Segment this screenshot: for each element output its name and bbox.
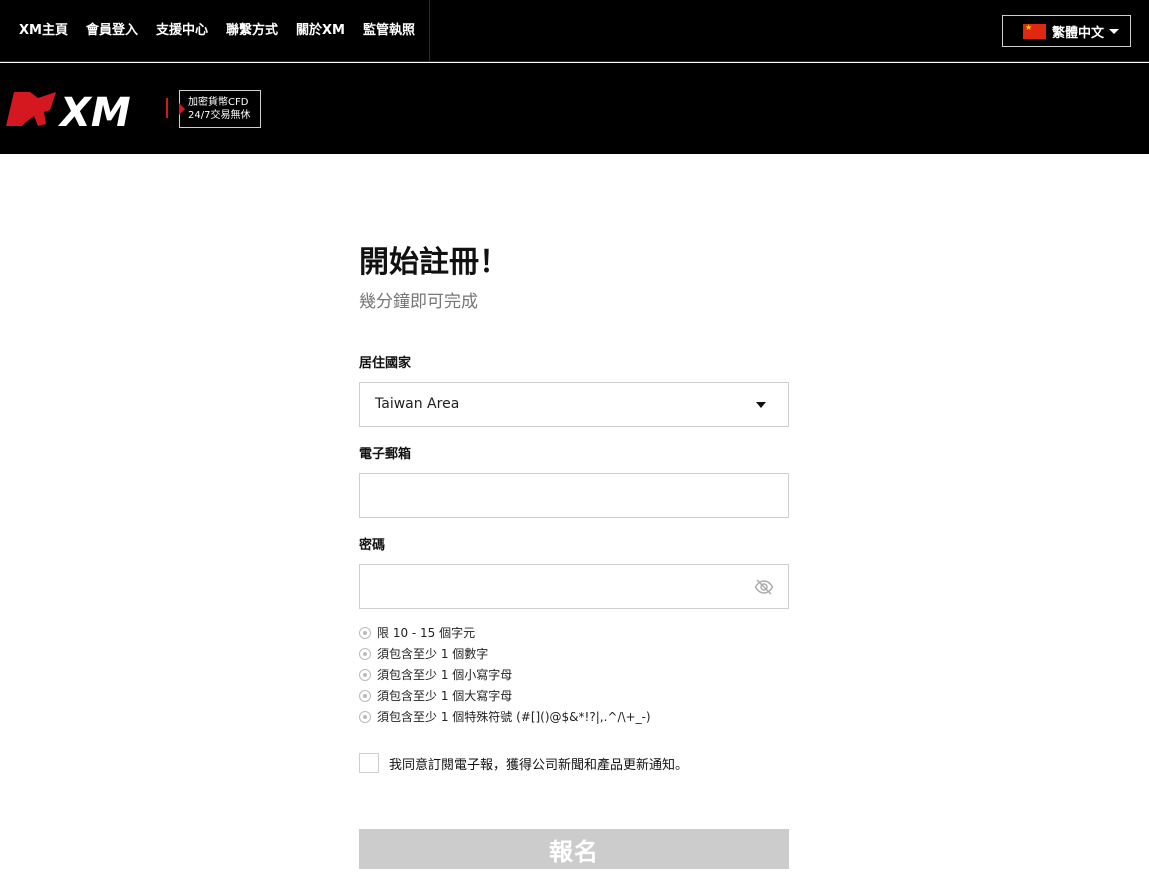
top-bar: XM主頁 會員登入 支援中心 聯繫方式 關於XM 監管執照 ★ 繁體中文 [0, 0, 1149, 62]
newsletter-consent: 我同意訂閱電子報，獲得公司新聞和產品更新通知。 [359, 753, 789, 773]
rule-status-icon [359, 668, 371, 681]
rule-text: 須包含至少 1 個小寫字母 [377, 668, 513, 682]
rule-status-icon [359, 647, 371, 660]
nav-item-member-login[interactable]: 會員登入 [77, 0, 147, 62]
password-field[interactable] [360, 565, 788, 608]
page-subtitle: 幾分鐘即可完成 [359, 292, 478, 312]
eye-off-icon[interactable] [754, 577, 774, 597]
registration-form: 開始註冊！ 幾分鐘即可完成 居住國家 Taiwan Area 電子郵箱 密碼 限… [359, 240, 789, 869]
nav-item-support[interactable]: 支援中心 [147, 0, 217, 62]
promo-line1: 加密貨幣CFD [188, 97, 249, 108]
password-label: 密碼 [359, 538, 386, 553]
crypto-promo-badge[interactable]: 加密貨幣CFD 24/7交易無休 [179, 90, 261, 128]
language-selector[interactable]: ★ 繁體中文 [1002, 15, 1131, 47]
email-field[interactable] [360, 474, 788, 517]
nav-item-about[interactable]: 關於XM [287, 0, 354, 62]
newsletter-checkbox[interactable] [359, 753, 379, 773]
password-field-wrapper [359, 564, 789, 609]
language-label: 繁體中文 [1052, 25, 1105, 41]
rule-status-icon [359, 689, 371, 702]
china-flag-icon: ★ [1023, 23, 1046, 39]
chevron-down-icon [756, 402, 766, 408]
email-label: 電子郵箱 [359, 447, 412, 462]
page-title: 開始註冊！ [359, 245, 509, 280]
email-field-wrapper [359, 473, 789, 518]
logo-text: XM [57, 90, 131, 130]
promo-arrow-icon [179, 103, 185, 115]
nav-item-home[interactable]: XM主頁 [10, 0, 77, 62]
top-nav: XM主頁 會員登入 支援中心 聯繫方式 關於XM 監管執照 [0, 0, 430, 62]
rule-text: 須包含至少 1 個數字 [377, 647, 489, 661]
rule-text: 限 10 - 15 個字元 [377, 626, 476, 640]
rule-status-icon [359, 626, 371, 639]
promo-divider [166, 98, 168, 118]
xm-logo[interactable]: XM [4, 88, 154, 130]
country-select[interactable]: Taiwan Area [359, 382, 789, 427]
password-rule: 須包含至少 1 個特殊符號 (#[]()@$&*!?|,.^/\+_-) [359, 706, 789, 727]
promo-line2: 24/7交易無休 [188, 110, 251, 121]
password-rule: 限 10 - 15 個字元 [359, 622, 789, 643]
nav-item-contact[interactable]: 聯繫方式 [217, 0, 287, 62]
password-rule: 須包含至少 1 個小寫字母 [359, 664, 789, 685]
register-button[interactable]: 報名 [359, 829, 789, 869]
country-label: 居住國家 [359, 356, 412, 371]
rule-text: 須包含至少 1 個特殊符號 (#[]()@$&*!?|,.^/\+_-) [377, 710, 651, 724]
logo-band: XM 加密貨幣CFD 24/7交易無休 [0, 63, 1149, 154]
password-rule: 須包含至少 1 個數字 [359, 643, 789, 664]
country-select-value: Taiwan Area [375, 396, 460, 412]
newsletter-consent-text[interactable]: 我同意訂閱電子報，獲得公司新聞和產品更新通知。 [389, 754, 688, 773]
nav-item-licenses[interactable]: 監管執照 [354, 0, 424, 62]
password-rules: 限 10 - 15 個字元 須包含至少 1 個數字 須包含至少 1 個小寫字母 … [359, 622, 789, 727]
chevron-down-icon [1109, 28, 1120, 34]
password-rule: 須包含至少 1 個大寫字母 [359, 685, 789, 706]
rule-status-icon [359, 710, 371, 723]
rule-text: 須包含至少 1 個大寫字母 [377, 689, 513, 703]
